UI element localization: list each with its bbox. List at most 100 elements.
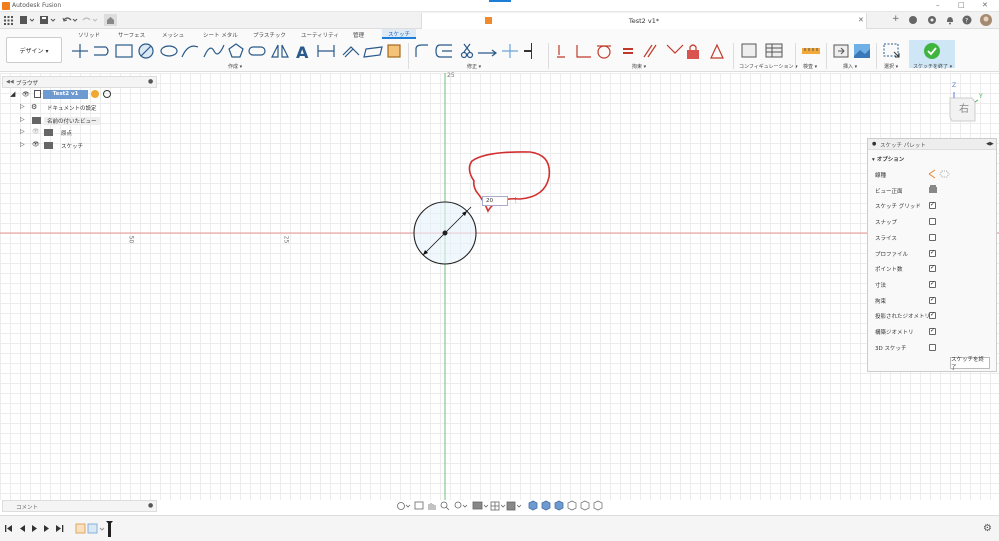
expand-arrow-icon[interactable]: ▷: [20, 103, 25, 110]
file-icon[interactable]: [20, 15, 34, 25]
workspace-switcher-button[interactable]: デザイン ▾: [6, 37, 62, 63]
sketch-grid-checkbox[interactable]: [929, 201, 936, 209]
tab-manage[interactable]: 管理: [353, 31, 364, 39]
line-tool-icon: [72, 44, 88, 58]
timeline-controls: [5, 525, 64, 532]
tab-utilities[interactable]: ユーティリティ: [301, 31, 339, 39]
gear-icon: ⚙: [31, 103, 38, 111]
dimension-options-icon[interactable]: ⋮: [512, 196, 519, 204]
measure-icon[interactable]: [800, 42, 822, 60]
browser-item-named-views[interactable]: ▷ 名前の付いたビュー: [20, 116, 120, 126]
palette-header[interactable]: ● スケッチ パレット ◀▶: [868, 139, 996, 150]
comments-panel-header[interactable]: コメント ●: [2, 500, 157, 512]
notifications-icon[interactable]: [945, 15, 955, 25]
palette-finish-sketch-button[interactable]: スケッチを終了: [950, 357, 990, 371]
insert-group-label[interactable]: 挿入 ▾: [843, 63, 857, 70]
palette-row-3d-sketch: 3D スケッチ: [875, 346, 907, 352]
avatar[interactable]: [980, 14, 992, 26]
folder-icon: [44, 129, 53, 136]
options-section-header[interactable]: ▾ オプション: [872, 155, 904, 163]
minimize-button[interactable]: –: [936, 1, 940, 9]
modify-group-label[interactable]: 修正 ▾: [467, 63, 481, 70]
axis-label-25: 25: [282, 235, 290, 244]
expand-arrow-icon[interactable]: ▷: [20, 141, 25, 148]
axis-label-50: 50: [127, 235, 135, 244]
inspect-group-label[interactable]: 検査 ▾: [803, 63, 817, 70]
sketch-feature-icon: [75, 523, 86, 534]
maximize-button[interactable]: □: [958, 1, 965, 9]
move-copy-tool-icon: [524, 43, 532, 59]
checkmark-glyph: [927, 47, 937, 56]
save-icon[interactable]: [40, 15, 56, 25]
home-icon[interactable]: [104, 14, 117, 26]
look-at-icon[interactable]: [928, 185, 938, 194]
browser-item-label: 名前の付いたビュー: [44, 117, 100, 125]
tab-sketch[interactable]: スケッチ: [382, 29, 417, 39]
folder-icon: [44, 142, 53, 149]
browser-item-label: Test2 v1: [43, 90, 88, 99]
constraints-group-label[interactable]: 拘束 ▾: [632, 63, 646, 70]
timeline-settings-icon[interactable]: ⚙: [983, 523, 992, 534]
new-tab-icon[interactable]: +: [892, 14, 900, 24]
section-label: オプション: [876, 157, 905, 163]
browser-item-root[interactable]: ◢ 👁 Test2 v1: [10, 90, 111, 100]
browser-title: ブラウザ: [16, 81, 39, 87]
snap-checkbox[interactable]: [929, 218, 936, 225]
palette-row-construction-geometry: 構築ジオメトリ: [875, 330, 914, 336]
tab-solid[interactable]: ソリッド: [78, 31, 100, 39]
add-comment-icon[interactable]: ●: [148, 502, 153, 509]
expand-panel-icon[interactable]: ◀▶: [986, 141, 994, 147]
grid-icon[interactable]: [4, 16, 13, 25]
select-tool-icon[interactable]: [882, 41, 902, 61]
visibility-eye-icon[interactable]: 👁: [22, 91, 30, 98]
tab-surface[interactable]: サーフェス: [118, 31, 145, 39]
undo-icon[interactable]: [62, 15, 78, 25]
arc-tool-icon: [181, 45, 199, 58]
hidden-eye-icon[interactable]: 👁: [32, 128, 40, 135]
dimension-input[interactable]: 20: [482, 196, 508, 206]
help-icon[interactable]: ?: [962, 15, 972, 25]
redo-icon[interactable]: [82, 15, 98, 25]
collapse-arrow-icon[interactable]: ◢: [10, 90, 15, 98]
document-tab[interactable]: Test2 v1* ✕: [421, 13, 867, 29]
view-cube[interactable]: 右 Z Y: [946, 82, 983, 122]
pin-icon[interactable]: ●: [148, 78, 153, 85]
collapse-icon[interactable]: ◀◀: [6, 79, 14, 85]
linetype-icons[interactable]: [928, 169, 950, 179]
dimensions-checkbox[interactable]: [929, 280, 936, 288]
extensions-icon[interactable]: [908, 15, 918, 25]
browser-panel-header[interactable]: ◀◀ ブラウザ ●: [2, 76, 157, 88]
finish-sketch-label[interactable]: スケッチを終了 ▾: [913, 63, 952, 70]
palette-row-constraints: 拘束: [875, 299, 887, 305]
slice-checkbox[interactable]: [929, 234, 936, 241]
browser-item-origin[interactable]: ▷ 👁 原点: [20, 128, 120, 138]
tab-sheet-metal[interactable]: シート メタル: [203, 31, 238, 39]
palette-pin-icon[interactable]: ●: [872, 141, 876, 147]
tab-mesh[interactable]: メッシュ: [162, 31, 184, 39]
perpendicular-constraint-icon: [576, 45, 591, 58]
visibility-eye-icon[interactable]: 👁: [32, 141, 40, 148]
constraints-checkbox[interactable]: [929, 296, 936, 304]
3d-sketch-checkbox[interactable]: [929, 344, 936, 351]
select-group-label[interactable]: 選択 ▾: [884, 63, 898, 70]
profile-checkbox[interactable]: [929, 249, 936, 257]
browser-item-sketches[interactable]: ▷ 👁 スケッチ: [20, 141, 120, 151]
project-tool-icon: [363, 46, 383, 58]
close-button[interactable]: ✕: [982, 1, 988, 9]
ribbon-tab-bar: [0, 29, 999, 40]
expand-arrow-icon[interactable]: ▷: [20, 128, 25, 135]
configure-group-label[interactable]: コンフィギュレーション ▾: [739, 63, 798, 70]
construction-geometry-checkbox[interactable]: [929, 327, 936, 335]
tab-plastic[interactable]: プラスチック: [253, 31, 286, 39]
points-checkbox[interactable]: [929, 264, 936, 272]
palette-row-projected-geometry: 投影されたジオメトリ: [875, 314, 931, 320]
create-group-label[interactable]: 作成 ▾: [228, 63, 242, 70]
close-tab-icon[interactable]: ✕: [858, 16, 864, 24]
expand-arrow-icon[interactable]: ▷: [20, 116, 25, 123]
projected-geometry-checkbox[interactable]: [929, 311, 936, 319]
view-cube-face-right[interactable]: 右: [959, 100, 969, 115]
browser-item-doc-settings[interactable]: ▷ ⚙ ドキュメントの設定: [20, 103, 120, 113]
display-settings-icon: [472, 501, 489, 510]
job-status-icon[interactable]: [927, 15, 937, 25]
activate-radio-icon[interactable]: [103, 90, 111, 98]
